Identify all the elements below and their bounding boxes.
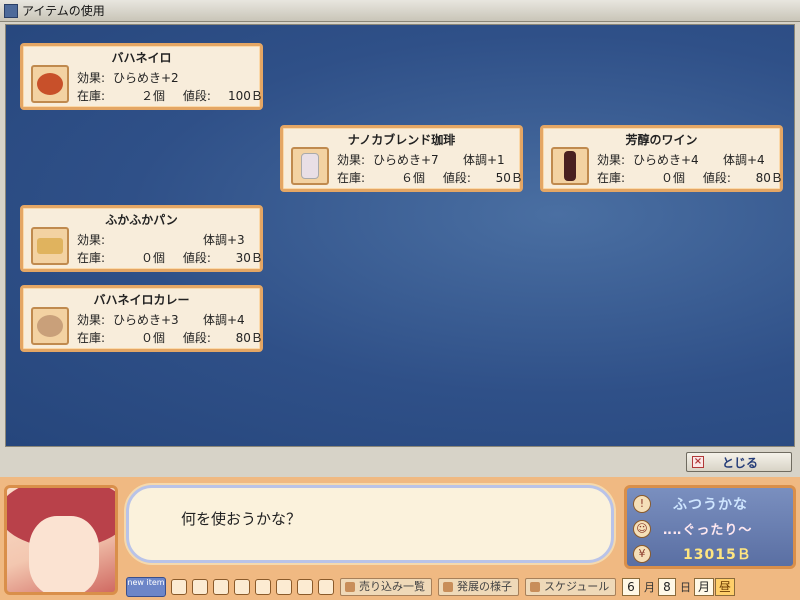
- bread-tool-icon[interactable]: [276, 579, 292, 595]
- item-stock-row: 在庫: ０個 値段: 80Ｂ: [77, 331, 263, 345]
- jar-icon[interactable]: [255, 579, 271, 595]
- item-card-bread[interactable]: ふかふかパン 効果: 体調+3 在庫: ０個 値段: 30Ｂ: [20, 205, 263, 272]
- day-value: 8: [658, 578, 676, 596]
- item-effect-row: 効果: ひらめき+7 体調+1: [337, 153, 505, 167]
- close-icon: ×: [692, 456, 704, 468]
- dialog-box: 何を使おうかな？: [126, 485, 614, 563]
- date-display: 6 月 8 日 月 昼: [622, 577, 736, 597]
- item-card-nanoka-coffee[interactable]: ナノカブレンド珈琲 効果: ひらめき+7 体調+1 在庫: ６個 値段: 50Ｂ: [280, 125, 523, 192]
- dish-icon[interactable]: [297, 579, 313, 595]
- window-title: アイテムの使用: [22, 4, 105, 18]
- money-row: ¥ 13015Ｂ: [633, 544, 752, 564]
- item-effect-row: 効果: ひらめき+4 体調+4: [597, 153, 765, 167]
- exclamation-icon: !: [633, 495, 651, 513]
- month-value: 6: [622, 578, 640, 596]
- bottle-icon[interactable]: [234, 579, 250, 595]
- item-name: ふかふかパン: [105, 213, 178, 227]
- bottom-hud: 何を使おうかな？ ! ふつうかな ☺ ‥‥ぐったり〜 ¥ 13015Ｂ new …: [0, 477, 800, 600]
- close-button-label: とじる: [722, 455, 759, 470]
- soup-bowl-icon: [31, 65, 69, 103]
- item-effect-row: 効果: ひらめき+2: [77, 71, 179, 85]
- mood-row: ! ふつうかな: [633, 494, 748, 514]
- money-bag-icon: ¥: [633, 545, 651, 563]
- condition-row: ☺ ‥‥ぐったり〜: [633, 519, 752, 538]
- weekday-value: 月: [694, 578, 715, 596]
- sales-list-button[interactable]: 売り込み一覧: [340, 578, 432, 596]
- month-unit: 月: [644, 581, 655, 594]
- item-effect-row: 効果: ひらめき+3 体調+4: [77, 313, 245, 327]
- face-icon: ☺: [633, 519, 651, 538]
- close-button[interactable]: × とじる: [686, 452, 792, 472]
- flower-icon[interactable]: [318, 579, 334, 595]
- item-stock-row: 在庫: ０個 値段: 80Ｂ: [597, 171, 783, 185]
- item-stock-row: 在庫: ０個 値段: 30Ｂ: [77, 251, 263, 265]
- item-stock-row: 在庫: ６個 値段: 50Ｂ: [337, 171, 523, 185]
- book-icon[interactable]: [192, 579, 208, 595]
- item-effect-row: 効果: 体調+3: [77, 233, 245, 247]
- development-button[interactable]: 発展の様子: [438, 578, 519, 596]
- title-bar: アイテムの使用: [0, 0, 800, 22]
- character-portrait: [4, 485, 118, 595]
- pencil-icon[interactable]: [213, 579, 229, 595]
- item-card-wine[interactable]: 芳醇のワイン 効果: ひらめき+4 体調+4 在庫: ０個 値段: 80Ｂ: [540, 125, 783, 192]
- wine-bottle-icon: [551, 147, 589, 185]
- time-of-day: 昼: [715, 578, 736, 596]
- day-unit: 日: [680, 581, 691, 594]
- coffee-jar-icon: [291, 147, 329, 185]
- money-text: 13015Ｂ: [683, 547, 752, 563]
- item-name: 芳醇のワイン: [625, 133, 698, 147]
- item-card-bahaneiro[interactable]: バハネイロ 効果: ひらめき+2 在庫: ２個 値段: 100Ｂ: [20, 43, 263, 110]
- bag-icon[interactable]: [171, 579, 187, 595]
- bread-icon: [31, 227, 69, 265]
- dialog-message: 何を使おうかな？: [181, 510, 302, 528]
- item-card-bahaneiro-curry[interactable]: バハネイロカレー 効果: ひらめき+3 体調+4 在庫: ０個 値段: 80Ｂ: [20, 285, 263, 352]
- status-panel: ! ふつうかな ☺ ‥‥ぐったり〜 ¥ 13015Ｂ: [624, 485, 796, 569]
- mood-text: ふつうかな: [673, 497, 748, 513]
- curry-plate-icon: [31, 307, 69, 345]
- item-name: バハネイロ: [111, 51, 172, 65]
- item-name: ナノカブレンド珈琲: [347, 133, 456, 147]
- app-icon: [4, 3, 18, 18]
- item-stock-row: 在庫: ２個 値段: 100Ｂ: [77, 89, 263, 103]
- condition-text: ‥‥ぐったり〜: [663, 523, 753, 538]
- item-board: バハネイロ 効果: ひらめき+2 在庫: ２個 値段: 100Ｂ ナノカブレンド珈琲 …: [5, 24, 795, 447]
- item-name: バハネイロカレー: [93, 293, 190, 307]
- schedule-button[interactable]: スケジュール: [525, 578, 617, 596]
- new-item-logo[interactable]: new item: [126, 577, 166, 597]
- toolbar: new item 売り込み一覧 発展の様子 スケジュール: [126, 577, 617, 597]
